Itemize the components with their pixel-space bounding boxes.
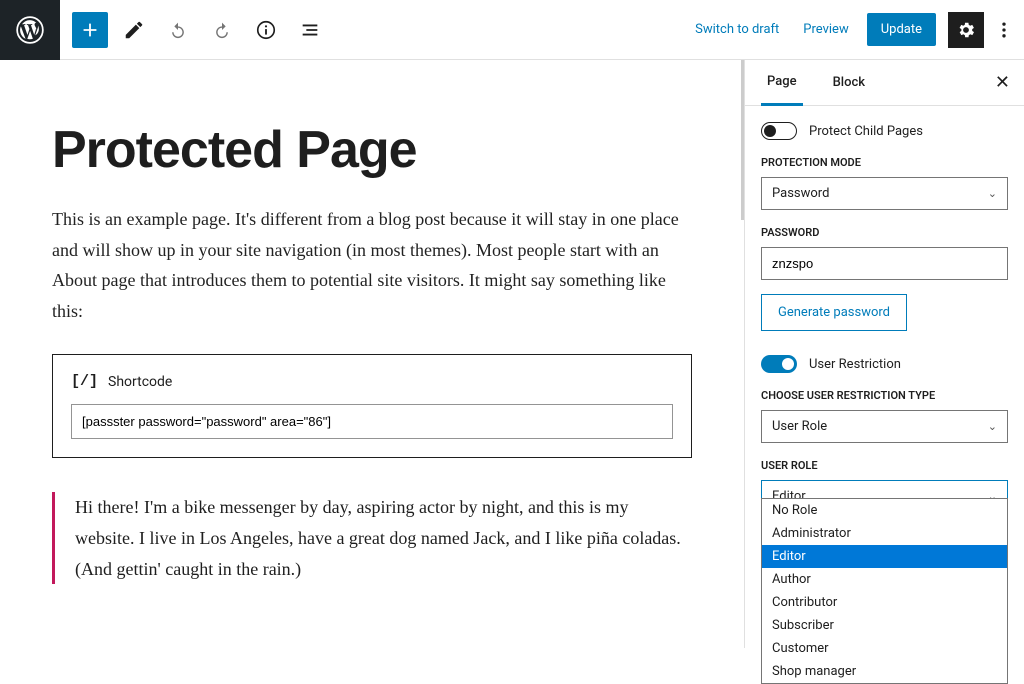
role-option[interactable]: Shop manager (762, 660, 1007, 683)
user-restriction-label: User Restriction (809, 357, 901, 372)
role-option[interactable]: Administrator (762, 522, 1007, 545)
user-role-label: USER ROLE (761, 459, 1008, 472)
role-option[interactable]: Author (762, 568, 1007, 591)
edit-icon[interactable] (116, 12, 152, 48)
shortcode-input[interactable] (71, 404, 673, 439)
tab-page[interactable]: Page (761, 60, 803, 106)
settings-button[interactable] (948, 12, 984, 48)
protect-child-toggle[interactable] (761, 122, 797, 140)
role-option[interactable]: Subscriber (762, 614, 1007, 637)
wordpress-logo[interactable] (0, 0, 60, 60)
switch-to-draft-button[interactable]: Switch to draft (683, 14, 791, 45)
chevron-down-icon: ⌄ (988, 187, 997, 200)
tab-block[interactable]: Block (827, 61, 871, 104)
role-option[interactable]: Customer (762, 637, 1007, 660)
intro-paragraph[interactable]: This is an example page. It's different … (52, 204, 692, 326)
add-block-button[interactable] (72, 12, 108, 48)
restriction-type-label: CHOOSE USER RESTRICTION TYPE (761, 389, 1008, 402)
sidebar-tabs: Page Block ✕ (745, 60, 1024, 106)
role-option[interactable]: Editor (762, 545, 1007, 568)
shortcode-header: [/] Shortcode (71, 373, 673, 390)
user-role-dropdown[interactable]: No RoleAdministratorEditorAuthorContribu… (761, 498, 1008, 684)
shortcode-label: Shortcode (108, 374, 172, 390)
password-input[interactable] (761, 247, 1008, 280)
quote-block[interactable]: Hi there! I'm a bike messenger by day, a… (52, 492, 692, 584)
shortcode-icon: [/] (71, 373, 98, 390)
password-label: PASSWORD (761, 226, 1008, 239)
outline-button[interactable] (292, 12, 328, 48)
protection-mode-label: PROTECTION MODE (761, 156, 1008, 169)
restriction-type-select[interactable]: User Role⌄ (761, 410, 1008, 443)
update-button[interactable]: Update (867, 13, 936, 46)
role-option[interactable]: Contributor (762, 591, 1007, 614)
info-button[interactable] (248, 12, 284, 48)
top-toolbar: Switch to draft Preview Update (0, 0, 1024, 60)
page-title[interactable]: Protected Page (52, 120, 692, 180)
more-options-button[interactable] (990, 12, 1018, 48)
close-sidebar-button[interactable]: ✕ (995, 72, 1010, 93)
protection-mode-select[interactable]: Password⌄ (761, 177, 1008, 210)
redo-button[interactable] (204, 12, 240, 48)
shortcode-block[interactable]: [/] Shortcode (52, 354, 692, 458)
generate-password-button[interactable]: Generate password (761, 294, 907, 331)
settings-sidebar: Page Block ✕ Protect Child Pages PROTECT… (744, 60, 1024, 648)
protect-child-label: Protect Child Pages (809, 124, 923, 139)
chevron-down-icon: ⌄ (988, 420, 997, 433)
undo-button[interactable] (160, 12, 196, 48)
role-option[interactable]: No Role (762, 499, 1007, 522)
preview-button[interactable]: Preview (791, 14, 860, 45)
editor-canvas[interactable]: Protected Page This is an example page. … (0, 60, 744, 648)
user-restriction-toggle[interactable] (761, 355, 797, 373)
